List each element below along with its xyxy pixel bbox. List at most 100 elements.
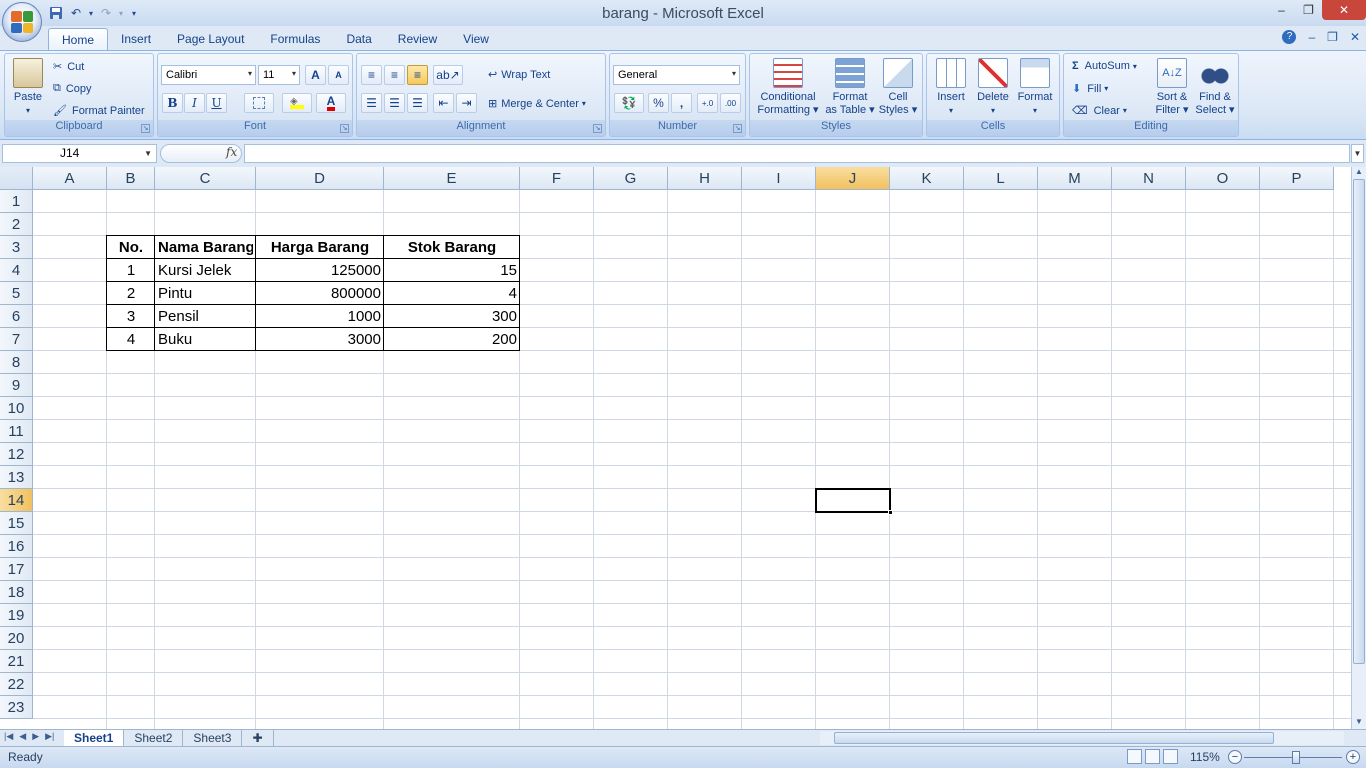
column-header-j[interactable]: J: [816, 167, 890, 190]
table-cell[interactable]: Buku: [158, 328, 253, 351]
table-cell[interactable]: Kursi Jelek: [158, 259, 253, 282]
next-sheet-icon[interactable]: ▶: [32, 731, 39, 742]
row-header-3[interactable]: 3: [0, 236, 33, 259]
row-header-9[interactable]: 9: [0, 374, 33, 397]
row-header-14[interactable]: 14: [0, 489, 33, 512]
help-icon[interactable]: ?: [1282, 30, 1297, 44]
comma-button[interactable]: ,: [671, 93, 692, 113]
workbook-close-button[interactable]: ✕: [1350, 30, 1360, 44]
grow-font-button[interactable]: A: [305, 65, 326, 85]
row-header-17[interactable]: 17: [0, 558, 33, 581]
format-cells-button[interactable]: Format ▾: [1015, 58, 1055, 117]
copy-button[interactable]: ⧉ Copy: [53, 82, 92, 95]
dialog-launcher-icon[interactable]: ↘: [340, 124, 349, 133]
align-bottom-button[interactable]: ≡: [407, 65, 428, 85]
column-header-h[interactable]: H: [668, 167, 742, 190]
font-size-select[interactable]: 11 ▾: [258, 65, 300, 85]
horizontal-scroll-thumb[interactable]: [834, 732, 1274, 744]
worksheet-grid[interactable]: ABCDEFGHIJKLMNOP 1 2 3 4 5 6 7 8 9 10 11 12 13 14 15 16…: [0, 167, 1351, 729]
dialog-launcher-icon[interactable]: ↘: [141, 124, 150, 133]
dialog-launcher-icon[interactable]: ↘: [733, 124, 742, 133]
column-header-o[interactable]: O: [1186, 167, 1260, 190]
align-middle-button[interactable]: ≡: [384, 65, 405, 85]
row-header-23[interactable]: 23: [0, 696, 33, 719]
font-color-button[interactable]: A: [316, 93, 346, 113]
vertical-scrollbar[interactable]: ▲ ▼: [1351, 167, 1366, 729]
zoom-out-icon[interactable]: −: [1228, 750, 1242, 764]
row-header-7[interactable]: 7: [0, 328, 33, 351]
row-header-18[interactable]: 18: [0, 581, 33, 604]
row-header-5[interactable]: 5: [0, 282, 33, 305]
table-header-cell[interactable]: Harga Barang: [259, 236, 381, 259]
tab-insert[interactable]: Insert: [108, 28, 164, 50]
minimize-button[interactable]: –: [1268, 0, 1295, 20]
close-button[interactable]: ✕: [1322, 0, 1366, 20]
row-header-2[interactable]: 2: [0, 213, 33, 236]
name-box-dropdown-icon[interactable]: ▼: [144, 145, 152, 162]
column-header-e[interactable]: E: [384, 167, 520, 190]
table-cell[interactable]: 3: [110, 305, 152, 328]
column-header-l[interactable]: L: [964, 167, 1038, 190]
workbook-restore-button[interactable]: ❐: [1327, 30, 1338, 44]
column-header-n[interactable]: N: [1112, 167, 1186, 190]
decrease-decimal-button[interactable]: .00: [720, 93, 741, 113]
expand-formula-bar-icon[interactable]: ▼: [1351, 144, 1364, 163]
table-cell[interactable]: Pensil: [158, 305, 253, 328]
format-painter-button[interactable]: 🖌 Format Painter: [53, 104, 145, 118]
paste-button[interactable]: Paste ▾: [11, 58, 45, 117]
table-cell[interactable]: 1000: [259, 305, 381, 328]
vertical-scroll-thumb[interactable]: [1353, 179, 1365, 664]
select-all-corner[interactable]: [0, 167, 33, 190]
column-header-b[interactable]: B: [107, 167, 155, 190]
wrap-text-button[interactable]: ↩ Wrap Text: [488, 68, 550, 82]
row-header-10[interactable]: 10: [0, 397, 33, 420]
bold-button[interactable]: B: [162, 93, 183, 113]
row-header-12[interactable]: 12: [0, 443, 33, 466]
name-box[interactable]: J14 ▼: [2, 144, 157, 163]
row-header-1[interactable]: 1: [0, 190, 33, 213]
format-as-table-button[interactable]: Format as Table ▾: [824, 58, 876, 117]
align-left-button[interactable]: ☰: [361, 93, 382, 113]
tab-formulas[interactable]: Formulas: [257, 28, 333, 50]
row-header-13[interactable]: 13: [0, 466, 33, 489]
zoom-slider-knob[interactable]: [1292, 751, 1300, 764]
table-cell[interactable]: 200: [387, 328, 517, 351]
column-header-p[interactable]: P: [1260, 167, 1334, 190]
column-header-k[interactable]: K: [890, 167, 964, 190]
column-header-i[interactable]: I: [742, 167, 816, 190]
number-format-select[interactable]: General ▾: [613, 65, 740, 85]
row-header-19[interactable]: 19: [0, 604, 33, 627]
zoom-level[interactable]: 115%: [1190, 750, 1220, 764]
dialog-launcher-icon[interactable]: ↘: [593, 124, 602, 133]
column-header-d[interactable]: D: [256, 167, 384, 190]
orientation-button[interactable]: ab↗: [433, 65, 463, 85]
table-cell[interactable]: 125000: [259, 259, 381, 282]
office-button[interactable]: [2, 2, 42, 42]
workbook-minimize-button[interactable]: –: [1308, 30, 1315, 44]
borders-button[interactable]: [244, 93, 274, 113]
zoom-slider[interactable]: − +: [1228, 750, 1362, 766]
column-header-m[interactable]: M: [1038, 167, 1112, 190]
table-header-cell[interactable]: Stok Barang: [387, 236, 517, 259]
first-sheet-icon[interactable]: |◀: [4, 731, 13, 742]
sheet-tab-sheet2[interactable]: Sheet2: [124, 730, 184, 746]
percent-button[interactable]: %: [648, 93, 669, 113]
row-header-21[interactable]: 21: [0, 650, 33, 673]
tab-view[interactable]: View: [450, 28, 502, 50]
column-header-a[interactable]: A: [33, 167, 107, 190]
table-cell[interactable]: 4: [110, 328, 152, 351]
autosum-button[interactable]: Σ AutoSum ▾: [1072, 60, 1137, 72]
merge-center-button[interactable]: ⊞ Merge & Center ▾: [488, 97, 586, 111]
row-header-15[interactable]: 15: [0, 512, 33, 535]
zoom-in-icon[interactable]: +: [1346, 750, 1360, 764]
underline-button[interactable]: U: [206, 93, 227, 113]
row-header-8[interactable]: 8: [0, 351, 33, 374]
insert-function-icon[interactable]: fx: [226, 145, 237, 159]
row-header-6[interactable]: 6: [0, 305, 33, 328]
accounting-format-button[interactable]: 💱: [614, 93, 644, 113]
sort-filter-button[interactable]: A↓Z Sort & Filter ▾: [1152, 58, 1192, 117]
scroll-down-icon[interactable]: ▼: [1352, 717, 1366, 729]
fill-color-button[interactable]: ◈: [282, 93, 312, 113]
tab-page-layout[interactable]: Page Layout: [164, 28, 257, 50]
delete-cells-button[interactable]: Delete ▾: [973, 58, 1013, 117]
